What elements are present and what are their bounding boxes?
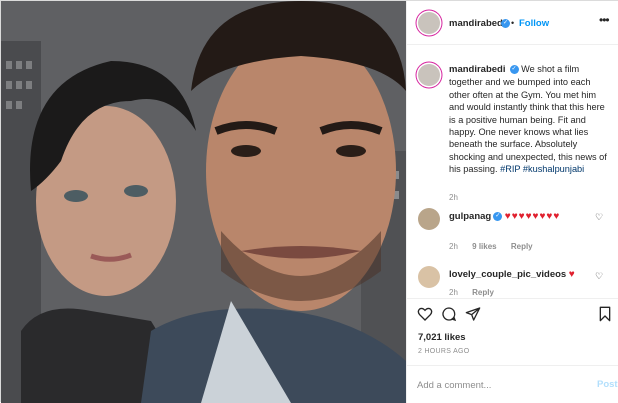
instagram-post-window: mandirabedi ✓ • Follow ••• mandirabedi ✓ … bbox=[0, 0, 618, 403]
header-username[interactable]: mandirabedi bbox=[449, 18, 506, 29]
caption-hashtags[interactable]: #RIP #kushalpunjabi bbox=[500, 164, 584, 174]
comment-text: ♥♥♥♥♥♥♥♥ bbox=[504, 211, 561, 222]
post-photo-illustration bbox=[1, 1, 406, 403]
comment-likes[interactable]: 9 likes bbox=[472, 242, 496, 251]
post-button[interactable]: Post bbox=[597, 379, 618, 390]
list-item: lovely_couple_pic_videos ♥ bbox=[449, 268, 599, 281]
add-comment-bar: Post bbox=[407, 365, 618, 403]
comment-avatar[interactable] bbox=[418, 266, 440, 288]
post-side-panel: mandirabedi ✓ • Follow ••• mandirabedi ✓ … bbox=[406, 1, 618, 403]
avatar[interactable] bbox=[418, 12, 440, 34]
reply-button[interactable]: Reply bbox=[511, 242, 533, 251]
comment-username[interactable]: lovely_couple_pic_videos bbox=[449, 269, 566, 280]
caption-time: 2h bbox=[449, 193, 458, 202]
ellipsis-icon[interactable]: ••• bbox=[599, 13, 610, 27]
verified-badge-icon: ✓ bbox=[493, 212, 503, 222]
post-photo[interactable] bbox=[1, 1, 406, 403]
caption-username[interactable]: mandirabedi bbox=[449, 64, 506, 75]
verified-badge-icon: ✓ bbox=[509, 65, 519, 75]
comment-meta: 2h Reply bbox=[449, 288, 506, 297]
like-comment-heart-icon[interactable]: ♡ bbox=[595, 271, 603, 282]
comment-time: 2h bbox=[449, 242, 458, 251]
bookmark-icon[interactable] bbox=[597, 306, 613, 322]
caption: mandirabedi ✓ We shot a film together and… bbox=[449, 63, 609, 176]
list-item: gulpanag ✓ ♥♥♥♥♥♥♥♥ bbox=[449, 210, 599, 223]
post-header: mandirabedi ✓ • Follow ••• bbox=[407, 1, 618, 45]
share-icon[interactable] bbox=[465, 306, 481, 322]
comment-text: ♥ bbox=[568, 269, 576, 280]
heart-icon[interactable] bbox=[417, 306, 433, 322]
verified-badge-icon: ✓ bbox=[501, 19, 510, 28]
comment-icon[interactable] bbox=[441, 306, 457, 322]
comment-meta: 2h 9 likes Reply bbox=[449, 242, 545, 251]
comment-time: 2h bbox=[449, 288, 458, 297]
separator-dot: • bbox=[511, 18, 515, 28]
caption-avatar[interactable] bbox=[418, 64, 440, 86]
add-comment-input[interactable] bbox=[417, 376, 587, 394]
follow-button[interactable]: Follow bbox=[519, 18, 549, 29]
comments-list[interactable]: mandirabedi ✓ We shot a film together and… bbox=[407, 46, 618, 298]
comment-username[interactable]: gulpanag bbox=[449, 211, 491, 222]
comment-avatar[interactable] bbox=[418, 208, 440, 230]
reply-button[interactable]: Reply bbox=[472, 288, 494, 297]
post-timestamp: 2 HOURS AGO bbox=[418, 348, 470, 355]
caption-text: We shot a film together and we bumped in… bbox=[449, 64, 607, 175]
likes-count[interactable]: 7,021 likes bbox=[418, 332, 466, 343]
like-comment-heart-icon[interactable]: ♡ bbox=[595, 212, 603, 223]
action-bar bbox=[407, 298, 618, 326]
